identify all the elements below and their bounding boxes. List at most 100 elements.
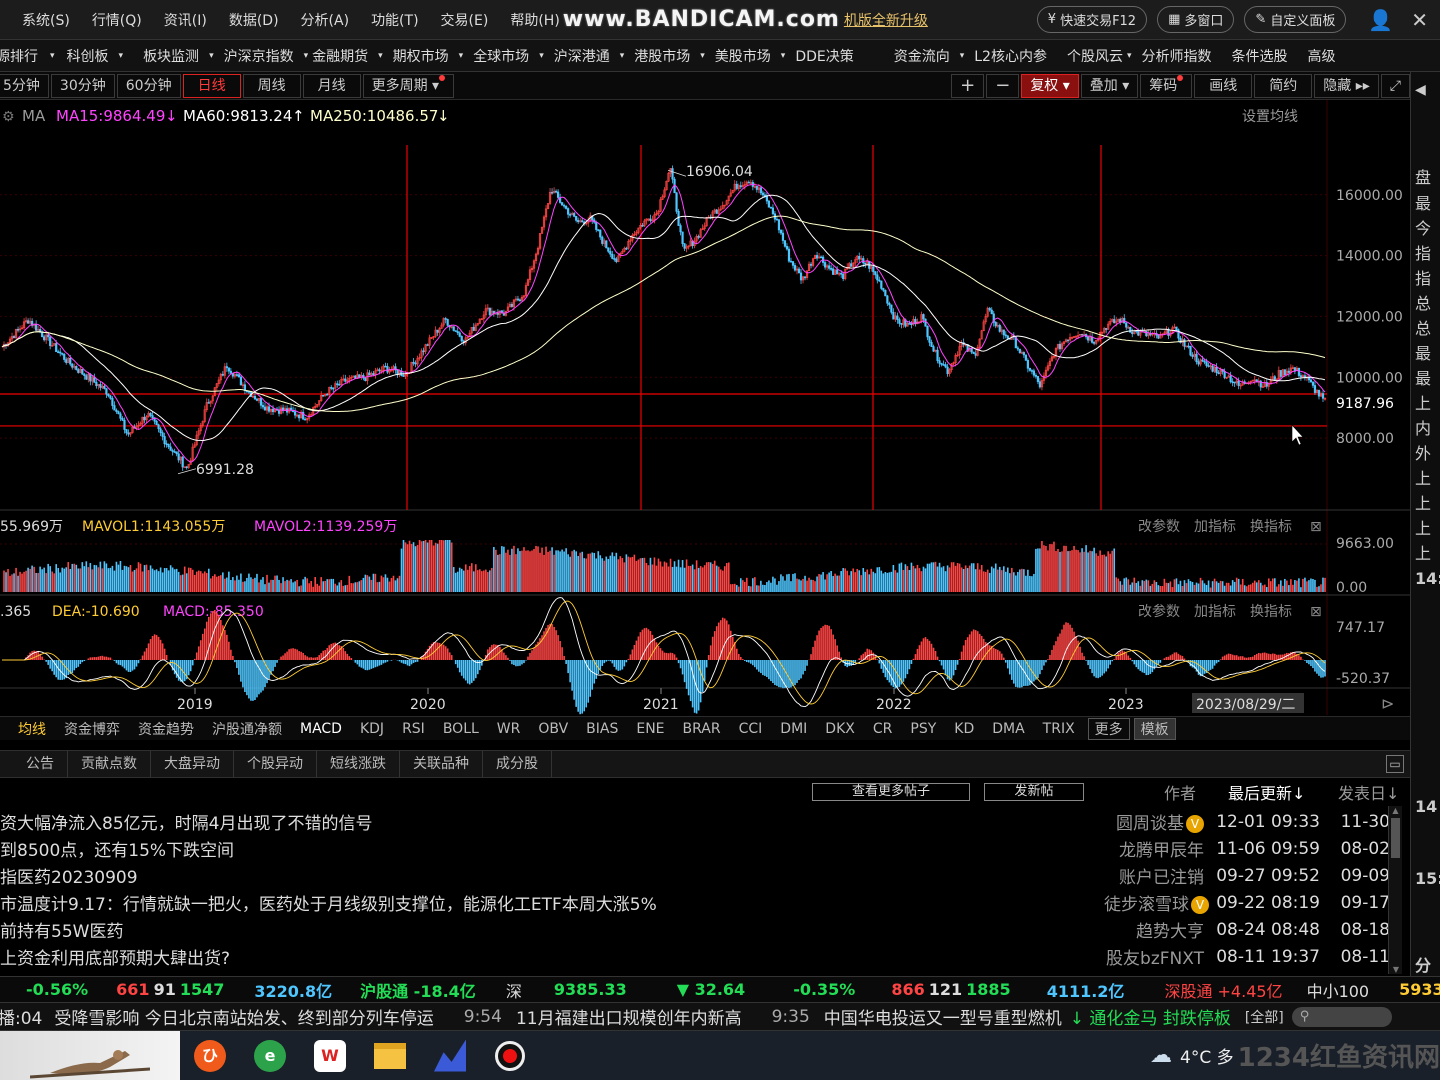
nav-global[interactable]: 全球市场 (463, 46, 539, 66)
nav-l2[interactable]: L2核心内参 (964, 46, 1057, 66)
news-headline-0[interactable]: 受降雪影响 今日北京南站始发、终到部分列车停运 (54, 1004, 433, 1029)
promo-link[interactable]: 机版全新升级 (844, 10, 928, 30)
nav-capital-flow[interactable]: 资金流向 (884, 46, 960, 66)
indicator-tab-4[interactable]: MACD (291, 721, 351, 737)
news-title[interactable]: 资大幅净流入85亿元，时隔4月出现了不错的信号 (0, 809, 1104, 834)
collapse-left-icon[interactable]: ◀ (1415, 82, 1440, 98)
macd-close-icon[interactable]: ⊠ (1310, 604, 1322, 620)
quick-trade-button[interactable]: ¥ 快速交易F12 (1036, 6, 1148, 33)
vol-edit-params[interactable]: 改参数 (1138, 518, 1180, 535)
nav-star-market[interactable]: 科创板 (57, 46, 119, 66)
news-title[interactable]: 市温度计9.17：行情就缺一把火，医药处于月线级别支撑位，能源化工ETF本周大涨… (0, 890, 1104, 915)
period-5min[interactable]: 5分钟 (0, 73, 49, 98)
last-update-header[interactable]: 最后更新↓ (1228, 780, 1332, 804)
vol-switch-indicator[interactable]: 换指标 (1250, 518, 1292, 535)
indicator-tab-18[interactable]: KD (945, 721, 983, 737)
all-news-link[interactable]: [全部] (1245, 1007, 1284, 1027)
panel-toggle-icon[interactable]: ▭ (1386, 755, 1404, 773)
news-row[interactable]: 市温度计9.17：行情就缺一把火，医药处于月线级别支撑位，能源化工ETF本周大涨… (0, 889, 1390, 916)
indicator-tab-16[interactable]: CR (864, 721, 902, 737)
news-row[interactable]: 前持有55W医药 趋势大亨 08-24 08:48 08-18 (0, 916, 1390, 943)
scroll-thumb[interactable] (1391, 818, 1400, 858)
kline-chart[interactable]: ⚙ MA MA15:9864.49 ↓ MA60:9813.24 ↑ MA250… (0, 100, 1410, 715)
indicator-tab-8[interactable]: WR (488, 721, 530, 737)
news-title[interactable]: 前持有55W医药 (0, 917, 1104, 942)
news-search-box[interactable]: ⚲ (1291, 1006, 1392, 1027)
hgt-flow[interactable]: 沪股通 -18.4亿 (354, 978, 482, 1002)
weather-text[interactable]: 4°C 多 (1180, 1043, 1234, 1068)
stock-alert[interactable]: ↓ 通化金马 封跌停板 (1070, 1004, 1231, 1029)
news-author[interactable]: 龙腾甲辰年 (1104, 836, 1204, 861)
news-row[interactable]: 资大幅净流入85亿元，时隔4月出现了不错的信号 圆周谈基 V 12-01 09:33 1… (0, 808, 1390, 835)
news-author[interactable]: 股友bzFNXT (1104, 944, 1204, 969)
period-daily[interactable]: 日线 (182, 73, 241, 98)
folder-icon[interactable] (360, 1031, 420, 1080)
zoom-out-button[interactable]: − (986, 73, 1020, 98)
overlay-button[interactable]: 叠加 ▾ (1080, 73, 1139, 98)
nav-ranking[interactable]: 源排行 (0, 46, 48, 66)
nav-us[interactable]: 美股市场 (705, 46, 781, 66)
news-author[interactable]: 账户已注销 (1104, 863, 1204, 888)
tab-contribution[interactable]: 贡献点数 (68, 751, 151, 777)
indicator-tab-14[interactable]: DMI (771, 721, 816, 737)
macd-add-indicator[interactable]: 加指标 (1194, 604, 1236, 620)
nav-index[interactable]: 沪深京指数 (214, 46, 304, 66)
scroll-up-icon[interactable]: ▲ (1389, 806, 1402, 815)
nav-futures[interactable]: 金融期货 (308, 46, 378, 66)
new-post-button[interactable]: 发新帖 (984, 783, 1084, 801)
gear-icon[interactable]: ⚙ (2, 109, 15, 125)
view-more-posts-button[interactable]: 查看更多帖子 (812, 783, 970, 801)
macd-switch-indicator[interactable]: 换指标 (1250, 603, 1292, 620)
news-title[interactable]: 指医药20230909 (0, 863, 1104, 888)
period-weekly[interactable]: 周线 (242, 73, 301, 98)
period-more[interactable]: 更多周期 ▾ (362, 73, 455, 98)
period-30min[interactable]: 30分钟 (50, 73, 115, 98)
scroll-right-icon[interactable]: ⊳ (1381, 694, 1394, 713)
indicator-tab-15[interactable]: DKX (816, 721, 864, 737)
indicator-tab-17[interactable]: PSY (901, 721, 945, 737)
menu-system[interactable]: 系统(S) (0, 10, 81, 30)
news-row[interactable]: 指医药20230909 账户已注销 09-27 09:52 09-09 (0, 862, 1390, 889)
tab-announcements[interactable]: 公告 (0, 751, 68, 777)
indicator-tab-12[interactable]: BRAR (674, 721, 730, 737)
period-60min[interactable]: 60分钟 (116, 73, 181, 98)
post-date-header[interactable]: 发表日↓ (1338, 780, 1408, 804)
news-headline-1[interactable]: 11月福建出口规模创年内新高 (516, 1004, 742, 1029)
simple-button[interactable]: 简约 (1254, 73, 1313, 98)
fuquan-button[interactable]: 复权 ▾ (1021, 73, 1079, 98)
menu-analysis[interactable]: 分析(A) (290, 10, 361, 30)
tab-constituents[interactable]: 成分股 (483, 751, 552, 777)
template-button[interactable]: 模板 (1133, 717, 1176, 740)
custom-panel-button[interactable]: ✎ 自定义面板 (1244, 6, 1347, 33)
news-row[interactable]: 上资金利用底部预期大肆出货? 股友bzFNXT 08-11 19:37 08-11 (0, 943, 1390, 970)
more-indicators-button[interactable]: 更多 (1087, 717, 1130, 740)
menu-help[interactable]: 帮助(H) (499, 10, 570, 30)
wps-icon[interactable]: W (300, 1031, 360, 1080)
news-headline-2[interactable]: 中国华电投运又一型号重型燃机 (824, 1004, 1064, 1029)
indicator-tab-5[interactable]: KDJ (351, 721, 393, 737)
nav-connect[interactable]: 沪深港通 (544, 46, 620, 66)
nav-sector-monitor[interactable]: 板块监测 (133, 46, 209, 66)
news-title[interactable]: 上资金利用底部预期大肆出货? (0, 944, 1104, 969)
nav-options[interactable]: 期权市场 (383, 46, 459, 66)
macd-edit-params[interactable]: 改参数 (1138, 603, 1180, 620)
nav-stock-cloud[interactable]: 个股风云 (1057, 46, 1127, 66)
tab-market-alerts[interactable]: 大盘异动 (151, 751, 234, 777)
indicator-tab-11[interactable]: ENE (627, 721, 673, 737)
close-icon[interactable]: ✕ (1411, 8, 1428, 32)
user-icon[interactable]: 👤 (1368, 8, 1393, 32)
indicator-tab-10[interactable]: BIAS (577, 721, 627, 737)
indicator-tab-19[interactable]: DMA (983, 721, 1033, 737)
menu-quotes[interactable]: 行情(Q) (81, 10, 153, 30)
indicator-tab-13[interactable]: CCI (730, 721, 772, 737)
indicator-tab-2[interactable]: 资金趋势 (129, 719, 203, 739)
menu-trade[interactable]: 交易(E) (430, 10, 500, 30)
period-monthly[interactable]: 月线 (302, 73, 361, 98)
news-author[interactable]: 徒步滚雪球 V (1104, 890, 1209, 915)
tab-related[interactable]: 关联品种 (400, 751, 483, 777)
chart-app-icon[interactable] (420, 1031, 480, 1080)
news-row[interactable]: 到8500点，还有15%下跌空间 龙腾甲辰年 11-06 09:59 08-02 (0, 835, 1390, 862)
nav-advanced[interactable]: 高级 (1298, 46, 1346, 66)
tab-short-term[interactable]: 短线涨跌 (317, 751, 400, 777)
indicator-tab-7[interactable]: BOLL (434, 721, 488, 737)
